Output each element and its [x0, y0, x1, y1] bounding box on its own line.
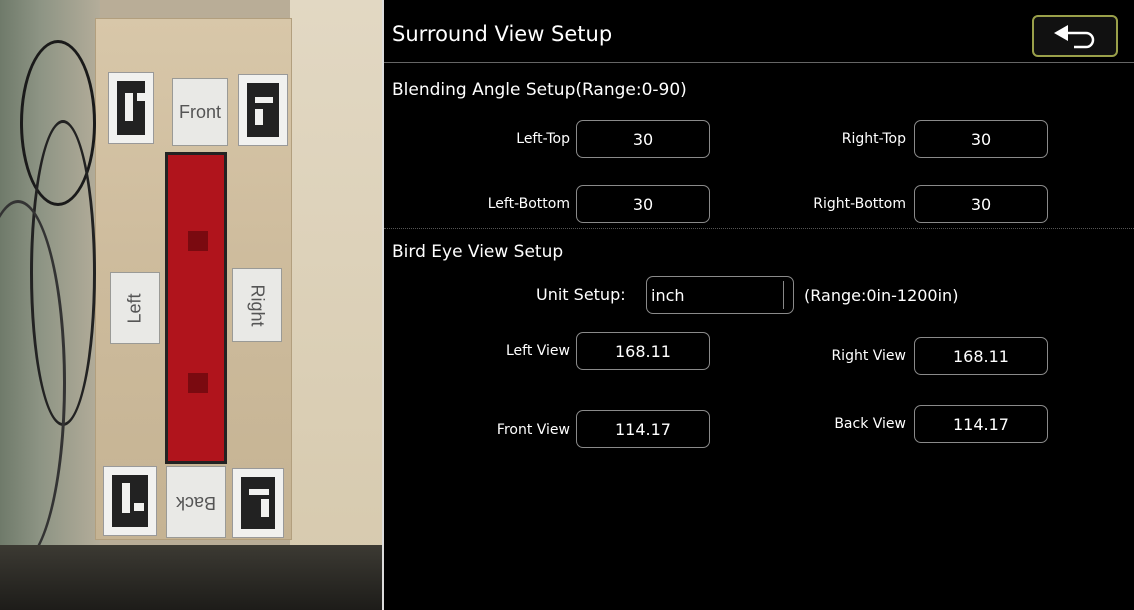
front-view-field[interactable]: 114.17 [576, 410, 710, 448]
camera-preview: Front Back Left Right [0, 0, 384, 610]
unit-range-label: (Range:0in-1200in) [804, 286, 959, 305]
section-divider [384, 228, 1134, 229]
back-button[interactable] [1032, 15, 1118, 57]
front-label: Front [178, 101, 221, 122]
title-divider [384, 62, 1134, 63]
settings-panel: Surround View Setup Blending Angle Setup… [384, 0, 1134, 610]
left-top-label: Left-Top [516, 131, 570, 147]
right-top-field[interactable]: 30 [914, 120, 1048, 158]
right-bottom-label: Right-Bottom [813, 196, 906, 212]
right-label: Right [247, 283, 268, 327]
calibration-marker [108, 72, 154, 144]
left-label-card: Left [110, 272, 160, 344]
back-view-label: Back View [834, 416, 906, 432]
left-view-field[interactable]: 168.11 [576, 332, 710, 370]
left-top-field[interactable]: 30 [576, 120, 710, 158]
left-view-label: Left View [505, 343, 570, 359]
right-top-label: Right-Top [841, 131, 906, 147]
back-view-field[interactable]: 114.17 [914, 405, 1048, 443]
left-bottom-label: Left-Bottom [487, 196, 570, 212]
vehicle-model [165, 152, 227, 464]
unit-select[interactable]: inch [646, 276, 794, 314]
unit-select-value: inch [651, 285, 685, 305]
right-bottom-field[interactable]: 30 [914, 185, 1048, 223]
right-view-field[interactable]: 168.11 [914, 337, 1048, 375]
back-label: Back [175, 492, 217, 513]
back-arrow-icon [1054, 25, 1095, 49]
floor-background [290, 0, 382, 610]
front-view-label: Front View [496, 422, 570, 438]
blending-section-title: Blending Angle Setup(Range:0-90) [392, 80, 687, 100]
left-label: Left [124, 292, 145, 324]
calibration-marker [232, 468, 284, 538]
unit-setup-label: Unit Setup: [536, 285, 626, 304]
right-view-label: Right View [831, 348, 906, 364]
cable-bundle [0, 545, 382, 610]
calibration-marker [238, 74, 288, 146]
front-label-card: Front [172, 78, 228, 146]
left-bottom-field[interactable]: 30 [576, 185, 710, 223]
calibration-marker [103, 466, 157, 536]
page-title: Surround View Setup [392, 22, 613, 46]
dropdown-handle-icon[interactable] [783, 281, 790, 309]
bird-eye-section-title: Bird Eye View Setup [392, 242, 564, 262]
back-label-card: Back [166, 466, 226, 538]
right-label-card: Right [232, 268, 282, 342]
